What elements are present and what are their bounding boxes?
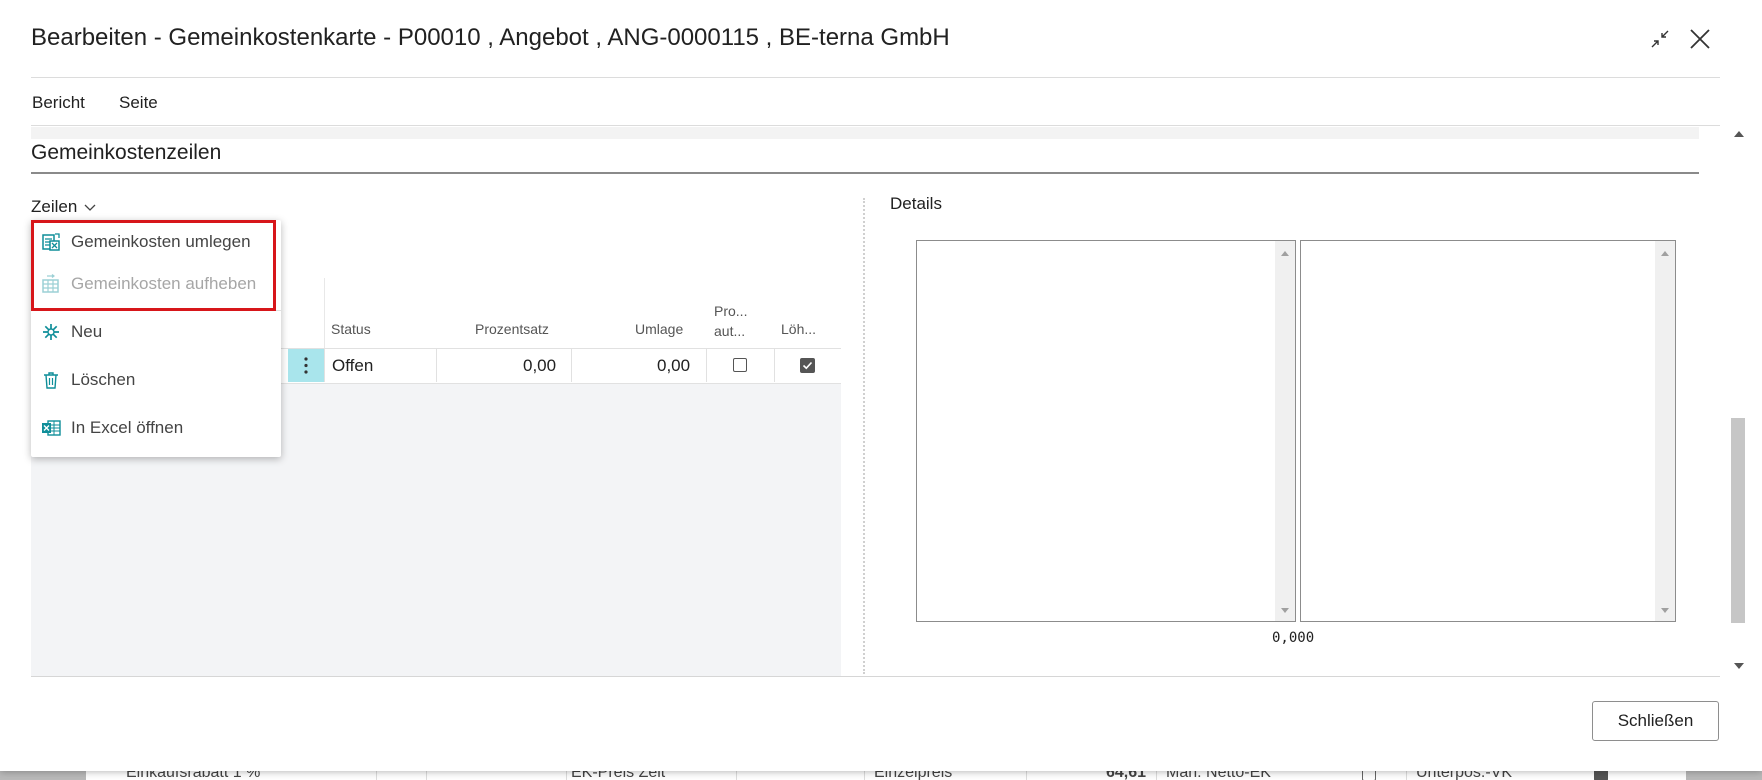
section-title: Gemeinkostenzeilen — [31, 141, 222, 164]
pro-checkbox[interactable] — [733, 358, 747, 372]
details-label: Details — [890, 194, 942, 213]
menu-seite[interactable]: Seite — [119, 93, 158, 113]
menu-item-gemeinkosten-aufheben: Gemeinkosten aufheben — [31, 263, 281, 305]
menu-item-label: In Excel öffnen — [71, 418, 184, 437]
edit-dialog: Bearbeiten - Gemeinkostenkarte - P00010 … — [0, 0, 1762, 771]
column-header-pro-line1[interactable]: Pro... — [714, 303, 747, 319]
chevron-down-icon — [84, 204, 96, 211]
more-vertical-icon — [304, 357, 308, 374]
menu-bericht[interactable]: Bericht — [32, 93, 85, 113]
column-header-prozentsatz[interactable]: Prozentsatz — [475, 321, 549, 337]
column-header-loeh[interactable]: Löh... — [781, 321, 816, 337]
menu-item-label: Gemeinkosten aufheben — [71, 274, 257, 293]
cell-status[interactable]: Offen — [332, 356, 373, 376]
section-top-band — [31, 127, 1699, 139]
cancel-allocation-icon — [42, 274, 59, 293]
menu-item-excel[interactable]: In Excel öffnen — [31, 407, 281, 449]
menu-item-label: Neu — [71, 322, 103, 341]
zeilen-label: Zeilen — [31, 197, 78, 216]
panel-scrollbar[interactable] — [1275, 241, 1295, 621]
menu-divider — [31, 125, 1720, 126]
menu-item-neu[interactable]: Neu — [31, 311, 281, 353]
check-icon — [802, 361, 813, 370]
details-value: 0,000 — [1272, 630, 1315, 646]
excel-icon — [42, 420, 61, 436]
cell-umlage[interactable]: 0,00 — [657, 356, 690, 376]
column-header-status[interactable]: Status — [331, 321, 371, 337]
menu-item-label: Löschen — [71, 370, 136, 389]
column-header-pro-line2[interactable]: aut... — [714, 323, 745, 339]
dialog-title: Bearbeiten - Gemeinkostenkarte - P00010 … — [31, 24, 950, 51]
details-panel-right — [1300, 240, 1676, 622]
menu-item-label: Gemeinkosten umlegen — [71, 232, 251, 251]
new-icon — [43, 324, 59, 340]
loeh-checkbox[interactable] — [800, 358, 815, 373]
header-divider — [31, 77, 1720, 78]
trash-icon — [44, 372, 58, 389]
collapse-icon[interactable] — [1647, 26, 1673, 52]
details-panel-left — [916, 240, 1296, 622]
cell-prozentsatz[interactable]: 0,00 — [523, 356, 556, 376]
menu-item-gemeinkosten-umlegen[interactable]: Gemeinkosten umlegen — [31, 221, 281, 263]
section-underline — [31, 172, 1699, 174]
panel-scrollbar[interactable] — [1655, 241, 1675, 621]
footer-divider — [31, 676, 1720, 677]
allocate-costs-icon — [42, 233, 60, 251]
pane-divider — [863, 198, 865, 674]
zeilen-menu-button[interactable]: Zeilen — [31, 197, 97, 217]
close-button[interactable]: Schließen — [1592, 701, 1719, 741]
zeilen-dropdown-menu: Gemeinkosten umlegen Gemeinkosten aufheb… — [31, 220, 281, 457]
menu-item-loeschen[interactable]: Löschen — [31, 359, 281, 401]
close-icon[interactable] — [1687, 26, 1713, 52]
row-actions-button[interactable] — [288, 349, 324, 382]
scrollbar-thumb[interactable] — [1731, 418, 1745, 623]
column-header-umlage[interactable]: Umlage — [635, 321, 683, 337]
